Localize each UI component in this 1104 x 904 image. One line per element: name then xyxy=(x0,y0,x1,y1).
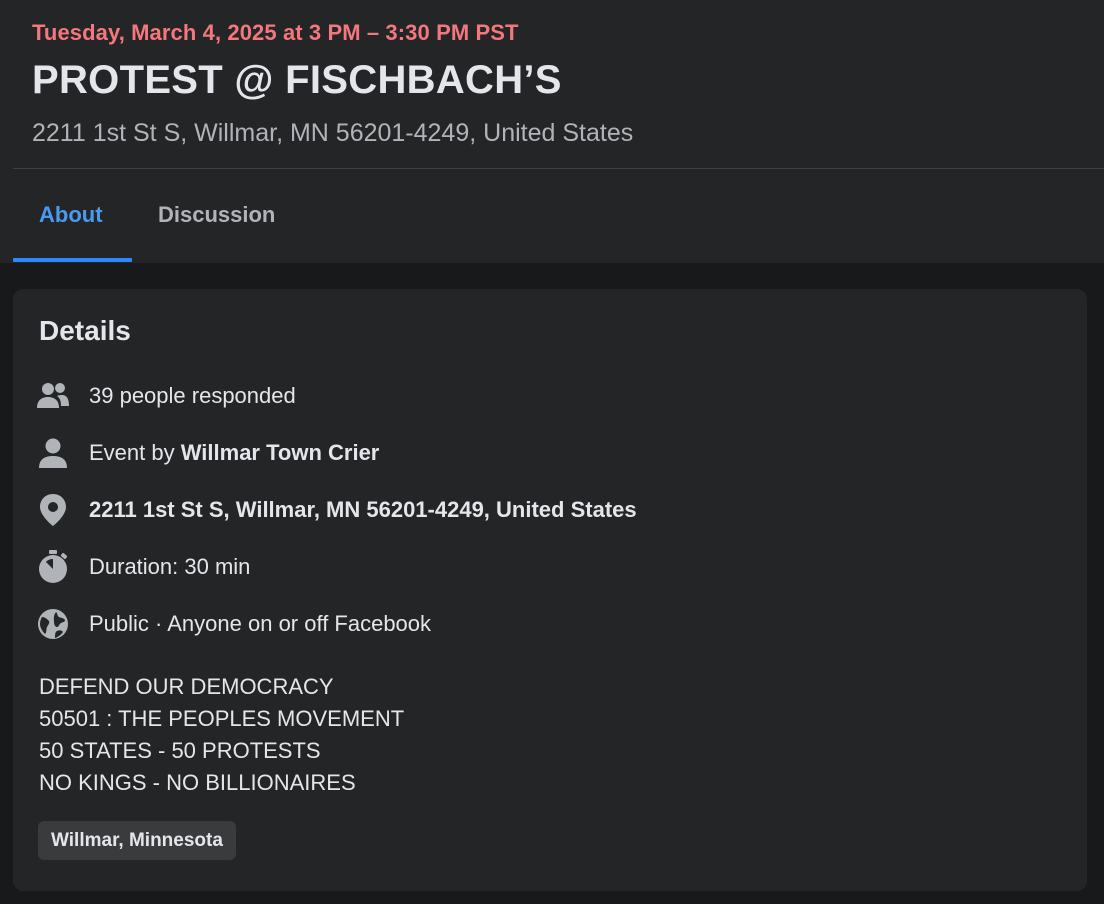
event-by-row: Event by Willmar Town Crier xyxy=(35,433,379,473)
responded-text: 39 people responded xyxy=(89,383,296,408)
description-line: DEFEND OUR DEMOCRACY xyxy=(39,674,334,699)
map-pin-icon xyxy=(35,492,71,528)
stopwatch-icon xyxy=(35,549,71,585)
details-title: Details xyxy=(39,315,131,346)
location-text[interactable]: 2211 1st St S, Willmar, MN 56201-4249, U… xyxy=(89,497,637,523)
privacy-row: Public · Anyone on or off Facebook xyxy=(35,604,431,644)
description-line: NO KINGS - NO BILLIONAIRES xyxy=(39,770,356,795)
responded-row[interactable]: 39 people responded xyxy=(35,376,296,416)
header-divider xyxy=(13,168,1104,169)
duration-text: Duration: 30 min xyxy=(89,554,251,579)
host-link[interactable]: Willmar Town Crier xyxy=(181,440,380,465)
event-description: DEFEND OUR DEMOCRACY 50501 : THE PEOPLES… xyxy=(39,671,404,799)
globe-icon xyxy=(35,606,71,642)
description-line: 50501 : THE PEOPLES MOVEMENT xyxy=(39,706,405,731)
tab-discussion[interactable]: Discussion xyxy=(158,202,275,228)
event-header: Tuesday, March 4, 2025 at 3 PM – 3:30 PM… xyxy=(0,0,1104,263)
active-tab-indicator xyxy=(13,258,132,262)
description-line: 50 STATES - 50 PROTESTS xyxy=(39,738,321,763)
person-icon xyxy=(35,435,71,471)
privacy-text: Public · Anyone on or off Facebook xyxy=(89,611,432,636)
duration-row: Duration: 30 min xyxy=(35,547,250,587)
event-by-prefix: Event by xyxy=(89,440,181,465)
location-tag[interactable]: Willmar, Minnesota xyxy=(38,821,236,860)
event-title: PROTEST @ FISCHBACH’S xyxy=(32,58,562,102)
details-card: Details 39 people responded Event by Wil… xyxy=(13,289,1087,891)
event-by-text: Event by Willmar Town Crier xyxy=(89,440,379,466)
event-address[interactable]: 2211 1st St S, Willmar, MN 56201-4249, U… xyxy=(32,119,633,148)
location-row[interactable]: 2211 1st St S, Willmar, MN 56201-4249, U… xyxy=(35,490,637,530)
event-date: Tuesday, March 4, 2025 at 3 PM – 3:30 PM… xyxy=(32,20,519,45)
people-icon xyxy=(35,378,71,414)
tab-about[interactable]: About xyxy=(39,202,103,228)
